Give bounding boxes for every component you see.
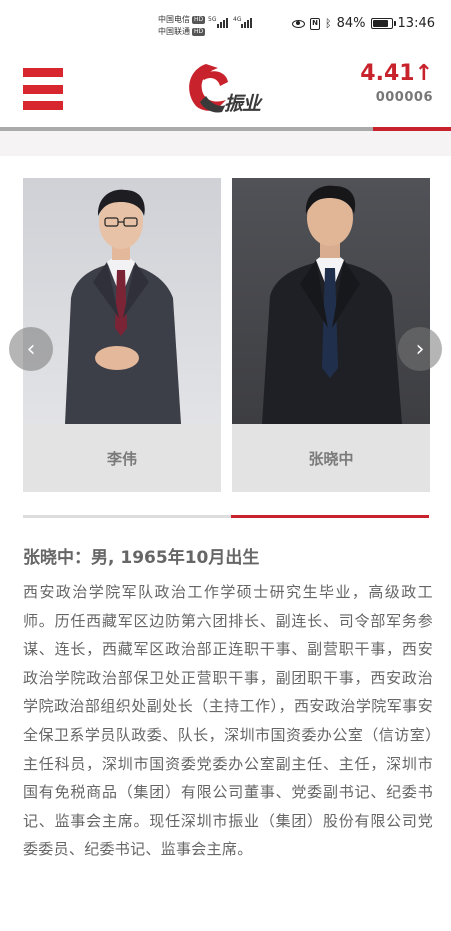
- stock-ticker[interactable]: 4.41↑ 000006: [360, 60, 433, 105]
- profile-name: 李伟: [23, 424, 221, 492]
- person-photo-icon: [65, 189, 181, 424]
- nfc-icon: N: [310, 17, 321, 30]
- menu-button[interactable]: [23, 68, 63, 110]
- signal-bars-icon: [217, 18, 228, 28]
- profile-card[interactable]: 李伟: [23, 178, 221, 492]
- gray-band: [0, 131, 451, 156]
- signal-5g-label: 5G: [208, 16, 217, 23]
- hd-badge: HD: [192, 27, 206, 36]
- stock-price-line: 4.41↑: [360, 60, 433, 88]
- profile-name: 张晓中: [232, 424, 430, 492]
- brand-name: 振业: [224, 93, 261, 115]
- hd-badge: HD: [192, 15, 206, 24]
- battery-percent: 84%: [336, 16, 366, 31]
- battery-icon: [370, 18, 396, 29]
- menu-bar: [23, 101, 63, 110]
- clock: 13:46: [397, 16, 435, 31]
- carrier-2: 中国联通: [158, 27, 190, 36]
- arrow-up-icon: ↑: [414, 61, 433, 86]
- carrier-info: 中国电信 HD 中国联通 HD: [158, 14, 206, 38]
- section-divider-accent: [231, 515, 429, 518]
- status-right: N ᛒ 84% 13:46: [292, 16, 435, 31]
- site-header: 振业 4.41↑ 000006: [0, 48, 451, 128]
- profile-photo: [232, 178, 430, 424]
- menu-bar: [23, 68, 63, 77]
- eye-icon: [292, 19, 306, 28]
- menu-bar: [23, 84, 63, 94]
- profile-photo: [23, 178, 221, 424]
- bluetooth-icon: ᛒ: [325, 17, 332, 30]
- section-divider: [23, 515, 429, 518]
- carousel-prev-button[interactable]: ‹: [9, 327, 53, 371]
- person-photo-icon: [262, 185, 402, 424]
- signal-bars-icon: [241, 18, 252, 28]
- carousel-next-button[interactable]: ›: [398, 327, 442, 371]
- bio-body: 西安政治学院军队政治工作学硕士研究生毕业，高级政工师。历任西藏军区边防第六团排长…: [23, 583, 433, 859]
- stock-price: 4.41: [360, 61, 415, 86]
- chevron-left-icon: ‹: [26, 336, 36, 362]
- bio-title: 张晓中：男, 1965年10月出生: [23, 548, 260, 568]
- stock-code: 000006: [375, 90, 433, 105]
- status-bar: 中国电信 HD 中国联通 HD 5G 4G N ᛒ 84% 13:46: [0, 0, 451, 48]
- carrier-1: 中国电信: [158, 15, 190, 24]
- profile-card[interactable]: 张晓中: [232, 178, 430, 492]
- chevron-right-icon: ›: [415, 336, 425, 362]
